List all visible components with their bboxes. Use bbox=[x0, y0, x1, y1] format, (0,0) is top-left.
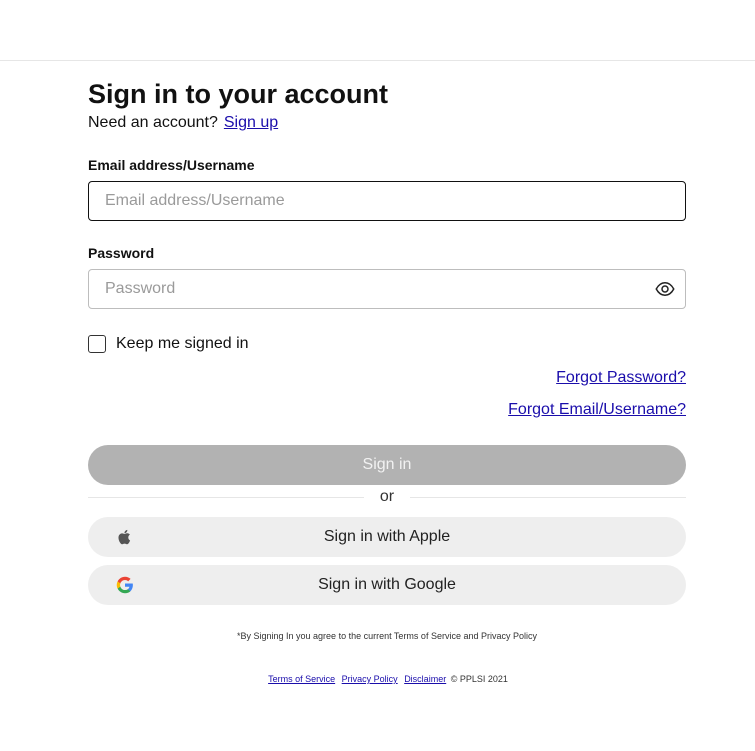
sign-in-button[interactable]: Sign in bbox=[88, 445, 686, 485]
google-signin-label: Sign in with Google bbox=[318, 576, 456, 593]
apple-icon bbox=[118, 529, 131, 545]
apple-signin-button[interactable]: Sign in with Apple bbox=[88, 517, 686, 557]
apple-signin-label: Sign in with Apple bbox=[323, 528, 451, 545]
footer: Terms of Service Privacy Policy Disclaim… bbox=[88, 674, 686, 684]
password-input[interactable] bbox=[88, 269, 686, 309]
keep-signed-in-label: Keep me signed in bbox=[116, 335, 249, 352]
page-title: Sign in to your account bbox=[88, 79, 389, 109]
or-separator: or bbox=[364, 488, 410, 506]
signup-prompt: Need an account? Sign up bbox=[88, 112, 686, 134]
top-bar bbox=[0, 0, 755, 61]
keep-signed-in[interactable]: Keep me signed in bbox=[88, 335, 249, 353]
disclaimer-link[interactable]: Disclaimer bbox=[404, 674, 446, 684]
agreement-text: *By Signing In you agree to the current … bbox=[237, 631, 537, 641]
login-form: Sign in to your account Need an account?… bbox=[88, 78, 686, 684]
password-label: Password bbox=[88, 245, 155, 261]
forgot-password-link[interactable]: Forgot Password? bbox=[556, 369, 686, 387]
terms-link[interactable]: Terms of Service bbox=[268, 674, 335, 684]
privacy-link[interactable]: Privacy Policy bbox=[342, 674, 398, 684]
signup-link[interactable]: Sign up bbox=[224, 114, 278, 131]
forgot-email-link[interactable]: Forgot Email/Username? bbox=[508, 401, 686, 419]
email-input[interactable] bbox=[88, 181, 686, 221]
copyright-text: © PPLSI 2021 bbox=[450, 674, 508, 684]
need-account-text: Need an account? bbox=[88, 114, 218, 131]
google-icon bbox=[116, 576, 133, 594]
email-label: Email address/Username bbox=[88, 157, 255, 173]
eye-icon[interactable] bbox=[654, 279, 676, 299]
keep-signed-in-checkbox[interactable] bbox=[88, 335, 106, 353]
google-signin-button[interactable]: Sign in with Google bbox=[88, 565, 686, 605]
